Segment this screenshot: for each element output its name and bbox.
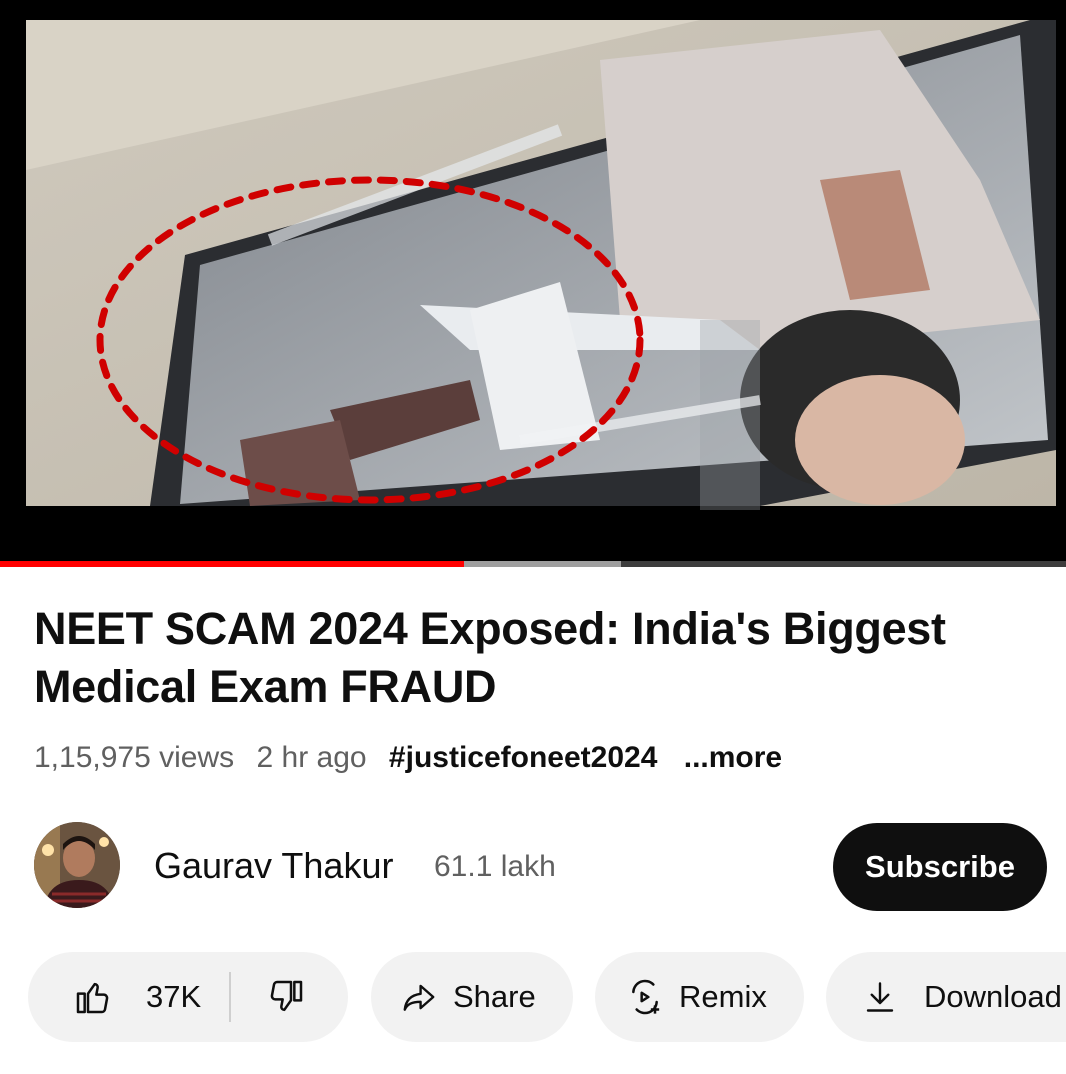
thumbs-up-icon [76, 982, 109, 1014]
download-button[interactable]: Download [826, 952, 1066, 1042]
video-meta[interactable]: 1,15,975 views 2 hr ago #justicefoneet20… [34, 736, 796, 780]
subscriber-count: 61.1 lakh [434, 850, 556, 883]
progress-played [0, 561, 464, 567]
hashtag-link[interactable]: #justicefoneet2024 [389, 741, 657, 774]
video-title: NEET SCAM 2024 Exposed: India's Biggest … [34, 603, 946, 712]
remix-label: Remix [679, 979, 767, 1014]
video-progress-bar[interactable] [0, 561, 1066, 567]
upload-age: 2 hr ago [256, 741, 367, 774]
avatar[interactable] [34, 822, 120, 908]
channel-name[interactable]: Gaurav Thakur [154, 846, 393, 886]
subscribe-button[interactable]: Subscribe [833, 823, 1047, 911]
download-label: Download [924, 979, 1062, 1014]
view-count: 1,15,975 views [34, 741, 235, 774]
video-player[interactable] [0, 0, 1066, 567]
share-arrow-icon [403, 984, 435, 1011]
share-button[interactable]: Share [371, 952, 573, 1042]
like-dislike-group: 37K [28, 952, 348, 1042]
channel-row: Gaurav Thakur 61.1 lakh Subscribe [0, 820, 1066, 912]
remix-button[interactable]: Remix [595, 952, 804, 1042]
download-icon [866, 982, 894, 1012]
more-link[interactable]: ...more [684, 741, 782, 774]
share-label: Share [453, 979, 536, 1014]
thumbs-down-icon [270, 980, 303, 1012]
like-count: 37K [146, 979, 202, 1014]
video-frame-image [0, 20, 1066, 510]
action-bar: 37K Share Remix Download [0, 952, 1066, 1042]
video-thumbnail-frame[interactable] [0, 20, 1066, 510]
dislike-button[interactable] [231, 952, 307, 1042]
like-button[interactable]: 37K [28, 952, 201, 1042]
remix-icon [632, 979, 660, 1015]
